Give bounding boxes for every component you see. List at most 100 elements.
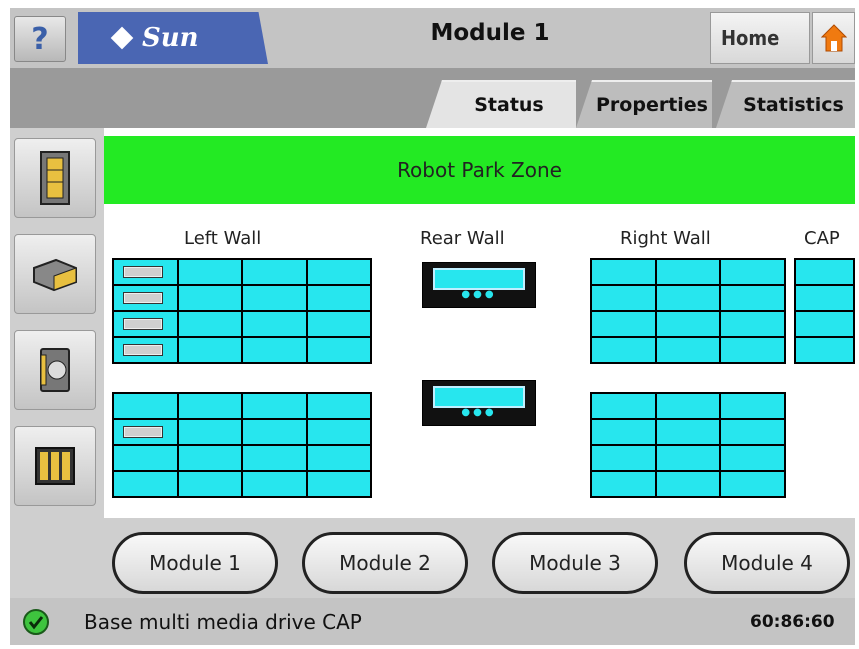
cell[interactable] bbox=[307, 260, 370, 284]
side-panel bbox=[10, 128, 104, 598]
help-icon: ? bbox=[31, 21, 49, 57]
cell[interactable] bbox=[178, 286, 241, 310]
tab-properties[interactable]: Properties bbox=[576, 80, 712, 128]
help-button[interactable]: ? bbox=[14, 16, 66, 62]
cell[interactable] bbox=[656, 312, 720, 336]
cell[interactable] bbox=[656, 446, 720, 470]
cartridge-slot-icon bbox=[124, 427, 162, 437]
side-button-drive[interactable] bbox=[14, 234, 96, 314]
cell[interactable] bbox=[592, 420, 655, 444]
cell[interactable] bbox=[307, 472, 370, 496]
cell[interactable] bbox=[656, 472, 720, 496]
cell[interactable] bbox=[307, 286, 370, 310]
cell[interactable] bbox=[178, 312, 241, 336]
cell[interactable] bbox=[592, 312, 655, 336]
right-wall-label: Right Wall bbox=[620, 228, 711, 249]
side-button-cells[interactable] bbox=[14, 426, 96, 506]
cell[interactable] bbox=[243, 286, 306, 310]
cartridge-slot-icon bbox=[124, 345, 162, 355]
cell[interactable] bbox=[114, 260, 177, 284]
cell[interactable] bbox=[178, 472, 241, 496]
app-window: ? Sun Module 1 Home Status Properties St… bbox=[10, 8, 855, 645]
cartridge-slot-icon bbox=[124, 319, 162, 329]
cell[interactable] bbox=[721, 260, 784, 284]
cell[interactable] bbox=[178, 394, 241, 418]
cell[interactable] bbox=[243, 472, 306, 496]
cell[interactable] bbox=[178, 446, 241, 470]
tape-drive-icon bbox=[33, 258, 77, 292]
title-bar: ? Sun Module 1 Home bbox=[10, 8, 855, 68]
clock: 60:86:60 bbox=[750, 612, 835, 632]
cell[interactable] bbox=[592, 338, 655, 362]
side-button-library[interactable] bbox=[14, 138, 96, 218]
cell[interactable] bbox=[656, 286, 720, 310]
cell[interactable] bbox=[721, 338, 784, 362]
cell[interactable] bbox=[243, 446, 306, 470]
module-4-button[interactable]: Module 4 bbox=[684, 532, 850, 594]
page-title: Module 1 bbox=[430, 20, 550, 46]
cell[interactable] bbox=[114, 312, 177, 336]
cell[interactable] bbox=[178, 338, 241, 362]
module-3-button[interactable]: Module 3 bbox=[492, 532, 658, 594]
cell[interactable] bbox=[307, 420, 370, 444]
cell[interactable] bbox=[592, 286, 655, 310]
cell[interactable] bbox=[243, 260, 306, 284]
cell[interactable] bbox=[656, 260, 720, 284]
cell[interactable] bbox=[307, 338, 370, 362]
sun-diamond-icon bbox=[110, 26, 134, 50]
storage-cells-icon bbox=[35, 447, 75, 485]
left-wall-top-grid bbox=[112, 258, 372, 364]
cell[interactable] bbox=[656, 394, 720, 418]
cell[interactable] bbox=[796, 286, 853, 310]
cell[interactable] bbox=[721, 286, 784, 310]
cell[interactable] bbox=[656, 338, 720, 362]
cap-label: CAP bbox=[804, 228, 840, 249]
tab-status[interactable]: Status bbox=[426, 80, 576, 128]
cell[interactable] bbox=[178, 260, 241, 284]
cell[interactable] bbox=[114, 338, 177, 362]
cell[interactable] bbox=[114, 286, 177, 310]
cartridge-slot-icon bbox=[124, 293, 162, 303]
cell[interactable] bbox=[114, 472, 177, 496]
cell[interactable] bbox=[796, 312, 853, 336]
cell[interactable] bbox=[656, 420, 720, 444]
cell[interactable] bbox=[307, 312, 370, 336]
home-button[interactable]: Home bbox=[710, 12, 810, 64]
cell[interactable] bbox=[796, 338, 853, 362]
module-1-button[interactable]: Module 1 bbox=[112, 532, 278, 594]
home-icon-button[interactable] bbox=[812, 12, 855, 64]
right-wall-bottom-grid bbox=[590, 392, 786, 498]
side-button-cartridge[interactable] bbox=[14, 330, 96, 410]
cell[interactable] bbox=[592, 260, 655, 284]
tab-bar: Status Properties Statistics bbox=[10, 68, 855, 128]
cell[interactable] bbox=[721, 312, 784, 336]
cell[interactable] bbox=[721, 394, 784, 418]
cartridge-icon bbox=[40, 348, 70, 392]
robot-park-zone[interactable]: Robot Park Zone bbox=[104, 136, 855, 204]
cell[interactable] bbox=[307, 446, 370, 470]
cell[interactable] bbox=[114, 446, 177, 470]
cell[interactable] bbox=[243, 420, 306, 444]
left-wall-label: Left Wall bbox=[184, 228, 262, 249]
cell[interactable] bbox=[721, 446, 784, 470]
cell[interactable] bbox=[721, 472, 784, 496]
house-icon bbox=[821, 24, 847, 52]
cap-grid bbox=[794, 258, 855, 364]
cell[interactable] bbox=[243, 394, 306, 418]
cell[interactable] bbox=[592, 394, 655, 418]
rear-wall-drive-2[interactable]: ●●● bbox=[422, 380, 536, 426]
cell[interactable] bbox=[592, 446, 655, 470]
drive-lights-icon: ●●● bbox=[461, 407, 497, 418]
cell[interactable] bbox=[243, 338, 306, 362]
module-2-button[interactable]: Module 2 bbox=[302, 532, 468, 594]
cell[interactable] bbox=[114, 394, 177, 418]
cell[interactable] bbox=[721, 420, 784, 444]
cell[interactable] bbox=[114, 420, 177, 444]
rear-wall-drive-1[interactable]: ●●● bbox=[422, 262, 536, 308]
tab-statistics[interactable]: Statistics bbox=[716, 80, 855, 128]
cell[interactable] bbox=[307, 394, 370, 418]
cell[interactable] bbox=[796, 260, 853, 284]
cell[interactable] bbox=[243, 312, 306, 336]
cell[interactable] bbox=[592, 472, 655, 496]
cell[interactable] bbox=[178, 420, 241, 444]
